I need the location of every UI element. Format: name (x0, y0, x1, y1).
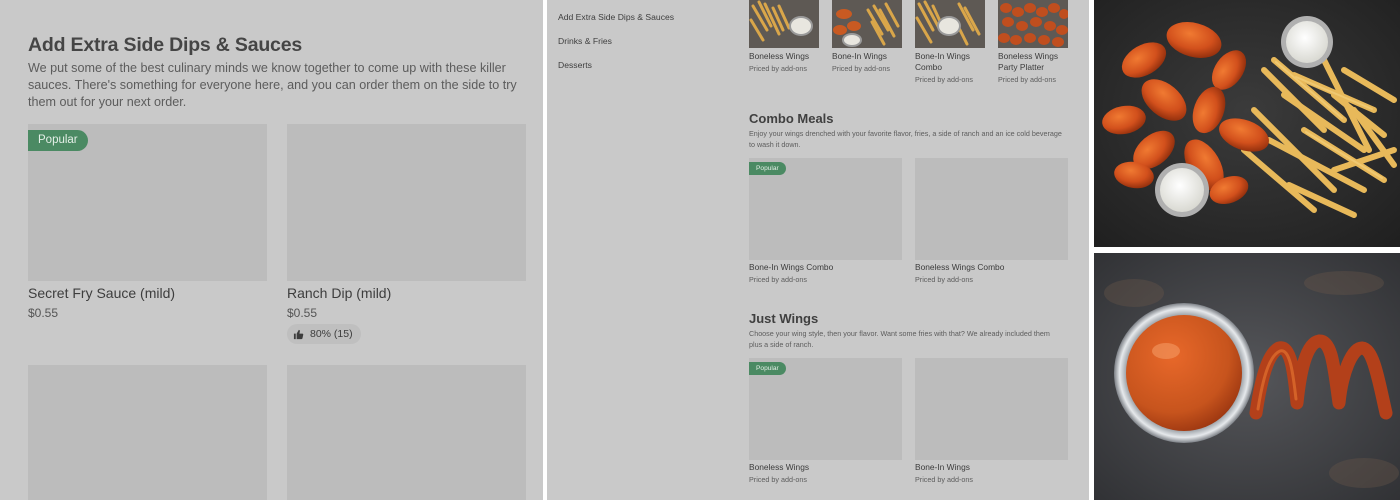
section-description: Enjoy your wings drenched with your favo… (749, 129, 1062, 149)
item-name-line: Boneless Wings (998, 51, 1059, 61)
item-image-ranch-dip[interactable] (287, 124, 526, 281)
popular-badge: Popular (749, 362, 786, 375)
item-image-placeholder[interactable] (28, 365, 267, 500)
category-title: Add Extra Side Dips & Sauces (28, 34, 302, 56)
item-image-bone-in-wings-combo[interactable] (915, 0, 985, 48)
section-description: Choose your wing style, then your flavor… (749, 329, 1050, 349)
sidebar-item-dips-sauces[interactable]: Add Extra Side Dips & Sauces (558, 12, 674, 22)
item-name-secret-fry-sauce[interactable]: Secret Fry Sauce (mild) (28, 285, 175, 301)
item-subtitle: Priced by add-ons (832, 64, 890, 73)
item-subtitle: Priced by add-ons (749, 275, 807, 284)
item-name-bone-in-wings[interactable]: Bone-In Wings (832, 51, 887, 62)
thumbs-up-icon (293, 329, 304, 340)
item-name-line: Combo (915, 62, 942, 72)
sidebar-item-drinks-fries[interactable]: Drinks & Fries (558, 36, 612, 46)
item-name-boneless-party-platter[interactable]: Boneless Wings Party Platter (998, 51, 1058, 73)
item-name-boneless-wings[interactable]: Boneless Wings (749, 462, 809, 473)
item-name-line: Bone-In Wings (915, 51, 970, 61)
item-subtitle: Priced by add-ons (749, 64, 807, 73)
item-subtitle: Priced by add-ons (749, 475, 807, 484)
item-subtitle: Priced by add-ons (915, 275, 973, 284)
menu-page-panel: Add Extra Side Dips & Sauces Drinks & Fr… (547, 0, 1089, 500)
item-image-boneless-wings-combo[interactable] (915, 158, 1068, 260)
item-name-boneless-wings-combo[interactable]: Boneless Wings Combo (915, 262, 1004, 273)
item-image-boneless-party-platter[interactable] (998, 0, 1068, 48)
item-name-bone-in-wings-combo[interactable]: Bone-In Wings Combo (915, 51, 970, 73)
item-subtitle: Priced by add-ons (915, 475, 973, 484)
item-subtitle: Priced by add-ons (915, 75, 973, 84)
item-name-bone-in-wings[interactable]: Bone-In Wings (915, 462, 970, 473)
buffalo-sauce-photo (1094, 253, 1400, 500)
item-price-secret-fry-sauce: $0.55 (28, 306, 59, 320)
wings-and-fries-photo (1094, 0, 1400, 247)
popular-badge: Popular (749, 162, 786, 175)
item-subtitle: Priced by add-ons (998, 75, 1056, 84)
sidebar-item-desserts[interactable]: Desserts (558, 60, 592, 70)
category-description: We put some of the best culinary minds w… (28, 61, 517, 109)
item-image-bone-in-wings[interactable] (832, 0, 902, 48)
item-name-bone-in-wings-combo[interactable]: Bone-In Wings Combo (749, 262, 833, 273)
item-name-ranch-dip[interactable]: Ranch Dip (mild) (287, 285, 391, 301)
item-image-placeholder[interactable] (287, 365, 526, 500)
item-name-boneless-wings[interactable]: Boneless Wings (749, 51, 809, 62)
rating-badge: 80% (15) (287, 324, 361, 344)
item-name-line: Party Platter (998, 62, 1045, 72)
category-page-panel: Add Extra Side Dips & Sauces We put some… (0, 0, 543, 500)
section-title-combo-meals: Combo Meals (749, 111, 834, 126)
item-image-bone-in-wings[interactable] (915, 358, 1068, 460)
popular-badge: Popular (28, 130, 88, 151)
section-title-just-wings: Just Wings (749, 311, 819, 326)
item-image-boneless-wings[interactable] (749, 0, 819, 48)
rating-text: 80% (15) (310, 328, 353, 340)
item-price-ranch-dip: $0.55 (287, 306, 318, 320)
